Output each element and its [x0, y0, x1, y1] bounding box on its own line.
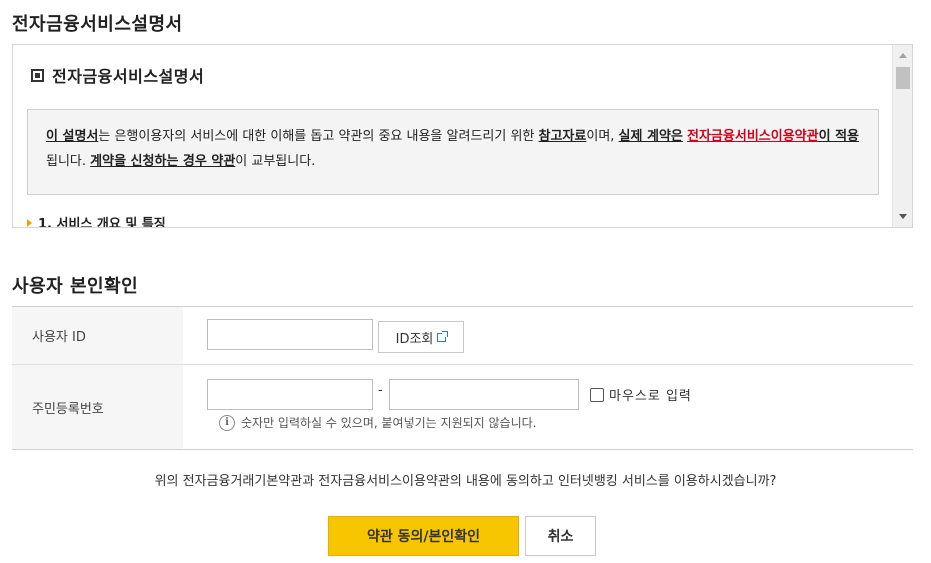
ssn-back-input[interactable] — [389, 379, 579, 410]
notice-part: 이며, — [586, 129, 619, 144]
ssn-dash: - — [378, 383, 383, 398]
square-bullet-icon — [31, 68, 44, 82]
terms-scrollbar[interactable] — [892, 45, 912, 227]
notice-part: 이 설명서 — [46, 129, 99, 144]
notice-part: 이 적용 — [818, 129, 859, 144]
ssn-help: i 숫자만 입력하실 수 있으며, 붙여넣기는 지원되지 않습니다. — [219, 414, 536, 431]
id-lookup-button[interactable]: ID조회 — [378, 321, 464, 353]
ssn-front-input[interactable] — [207, 379, 373, 410]
user-id-input[interactable] — [207, 319, 373, 350]
notice-part: 는 은행이용자의 서비스에 대한 이해를 돕고 약관의 중요 내용을 알려드리기… — [98, 129, 539, 144]
terms-heading: 전자금융서비스설명서 — [31, 63, 204, 87]
notice-part: 됩니다. — [46, 154, 91, 169]
mouse-input-label: 마우스로 입력 — [609, 389, 692, 404]
ssn-cell: - 마우스로 입력 i 숫자만 입력하실 수 있으며, 붙여넣기는 지원되지 않… — [183, 365, 913, 449]
triangle-bullet-icon — [27, 218, 32, 227]
identity-section-title: 사용자 본인확인 — [12, 276, 139, 297]
scroll-thumb[interactable] — [896, 67, 910, 89]
terms-content: 전자금융서비스설명서 이 설명서는 은행이용자의 서비스에 대한 이해를 돕고 … — [13, 45, 891, 228]
terms-subheading: 1. 서비스 개요 및 특징 — [27, 213, 166, 228]
info-icon: i — [219, 414, 235, 431]
scroll-down-icon[interactable] — [899, 214, 907, 219]
id-lookup-label: ID조회 — [395, 331, 434, 347]
user-id-cell: ID조회 — [183, 307, 913, 364]
mouse-input-checkbox[interactable] — [590, 387, 604, 402]
terms-section-title: 전자금융서비스설명서 — [12, 14, 183, 35]
terms-heading-text: 전자금융서비스설명서 — [52, 67, 205, 86]
ssn-row: 주민등록번호 - 마우스로 입력 i 숫자만 입력하실 수 있으며, 붙여넣기는… — [12, 365, 913, 449]
terms-viewer[interactable]: 전자금융서비스설명서 이 설명서는 은행이용자의 서비스에 대한 이해를 돕고 … — [12, 44, 913, 228]
notice-part: 실제 계약은 — [618, 129, 683, 144]
external-link-icon — [437, 330, 449, 342]
notice-part: 전자금융서비스이용약관 — [687, 129, 819, 144]
ssn-label: 주민등록번호 — [12, 365, 183, 449]
mouse-input-toggle[interactable]: 마우스로 입력 — [590, 385, 692, 404]
user-id-row: 사용자 ID ID조회 — [12, 307, 913, 365]
scroll-up-icon[interactable] — [899, 53, 907, 58]
agreement-question: 위의 전자금융거래기본약관과 전자금융서비스이용약관의 내용에 동의하고 인터넷… — [154, 474, 777, 489]
notice-box: 이 설명서는 은행이용자의 서비스에 대한 이해를 돕고 약관의 중요 내용을 … — [27, 109, 879, 195]
ssn-help-text: 숫자만 입력하실 수 있으며, 붙여넣기는 지원되지 않습니다. — [241, 416, 537, 430]
notice-part: 참고자료 — [538, 129, 587, 144]
identity-form: 사용자 ID ID조회 주민등록번호 - 마우스로 입력 i 숫자만 입력하실 … — [12, 306, 913, 450]
notice-part: 이 교부됩니다. — [235, 154, 316, 169]
user-id-label: 사용자 ID — [12, 307, 183, 364]
cancel-button[interactable]: 취소 — [525, 516, 596, 556]
notice-part: 계약을 신청하는 경우 약관 — [90, 154, 236, 169]
agree-confirm-button[interactable]: 약관 동의/본인확인 — [328, 516, 519, 556]
terms-subheading-text: 1. 서비스 개요 및 특징 — [38, 217, 166, 228]
